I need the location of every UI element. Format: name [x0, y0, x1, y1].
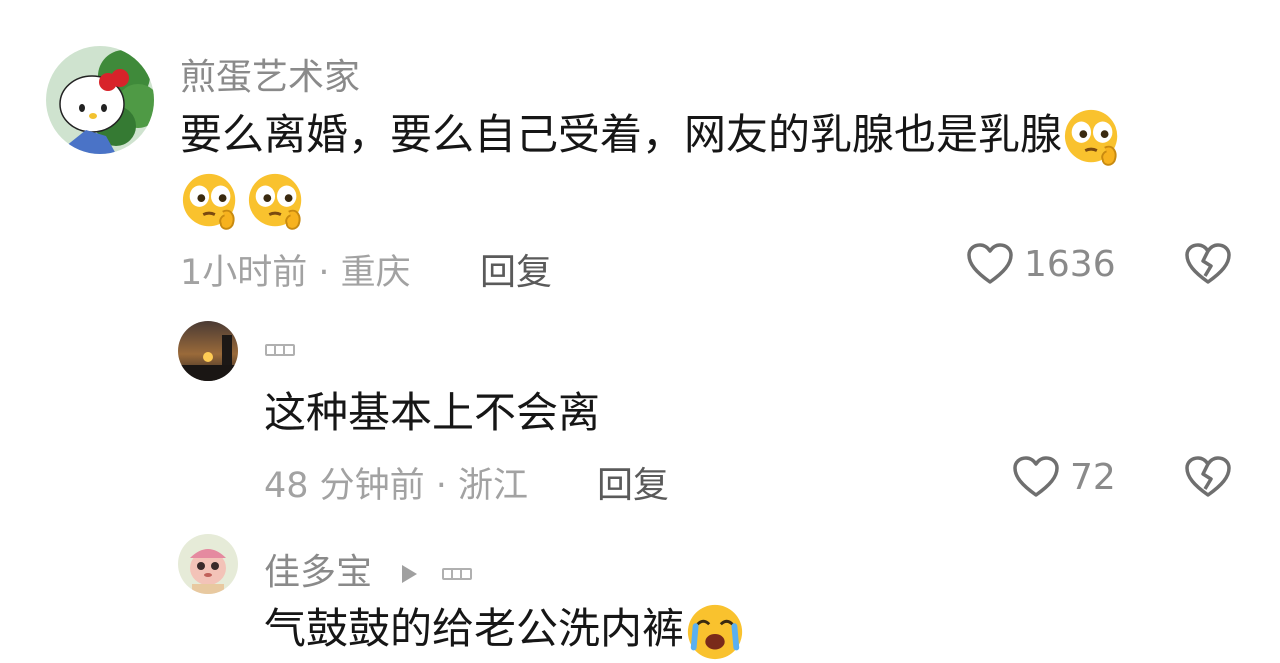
avatar[interactable] — [46, 46, 154, 154]
comment-text: 要么离婚，要么自己受着，网友的乳腺也是乳腺 — [180, 104, 1220, 233]
broken-heart-icon — [1185, 243, 1231, 284]
pondering-face-emoji — [1062, 107, 1124, 169]
reply-button[interactable]: 回复 — [480, 243, 552, 295]
like-count: 1636 — [1024, 243, 1116, 285]
avatar[interactable] — [178, 534, 238, 594]
avatar-image — [46, 46, 154, 154]
pondering-face-emoji — [180, 171, 242, 233]
comment-username[interactable] — [264, 328, 296, 369]
comment-text: 这种基本上不会离 — [264, 388, 601, 437]
avatar[interactable] — [178, 321, 238, 381]
dislike-button[interactable] — [1184, 242, 1232, 290]
avatar-image — [178, 321, 238, 381]
play-triangle-icon — [402, 565, 418, 583]
reply-button[interactable]: 回复 — [597, 456, 669, 508]
heart-outline-icon — [967, 243, 1013, 284]
like-count: 72 — [1070, 456, 1116, 498]
heart-outline-icon — [1013, 456, 1059, 497]
author-badge-icon — [265, 344, 295, 356]
comment-time-location: 48 分钟前 · 浙江 — [264, 466, 529, 506]
comment-username[interactable]: 煎蛋艺术家 — [180, 48, 360, 100]
like-button[interactable]: 1636 — [966, 242, 1116, 286]
dislike-button[interactable] — [1184, 455, 1232, 503]
comment-time-location: 1小时前 · 重庆 — [180, 253, 411, 293]
like-button[interactable]: 72 — [1012, 455, 1116, 499]
broken-heart-icon — [1185, 456, 1231, 497]
avatar-image — [178, 534, 238, 594]
comment-text: 气鼓鼓的给老公洗内裤 — [264, 598, 746, 663]
pondering-face-emoji — [246, 171, 308, 233]
comment-username[interactable]: 佳多宝 — [264, 543, 473, 595]
author-badge-icon — [441, 568, 472, 580]
comment-text-content: 要么离婚，要么自己受着，网友的乳腺也是乳腺 — [180, 110, 1063, 159]
comment-text-content: 气鼓鼓的给老公洗内裤 — [264, 604, 685, 653]
crying-face-emoji — [684, 601, 746, 663]
